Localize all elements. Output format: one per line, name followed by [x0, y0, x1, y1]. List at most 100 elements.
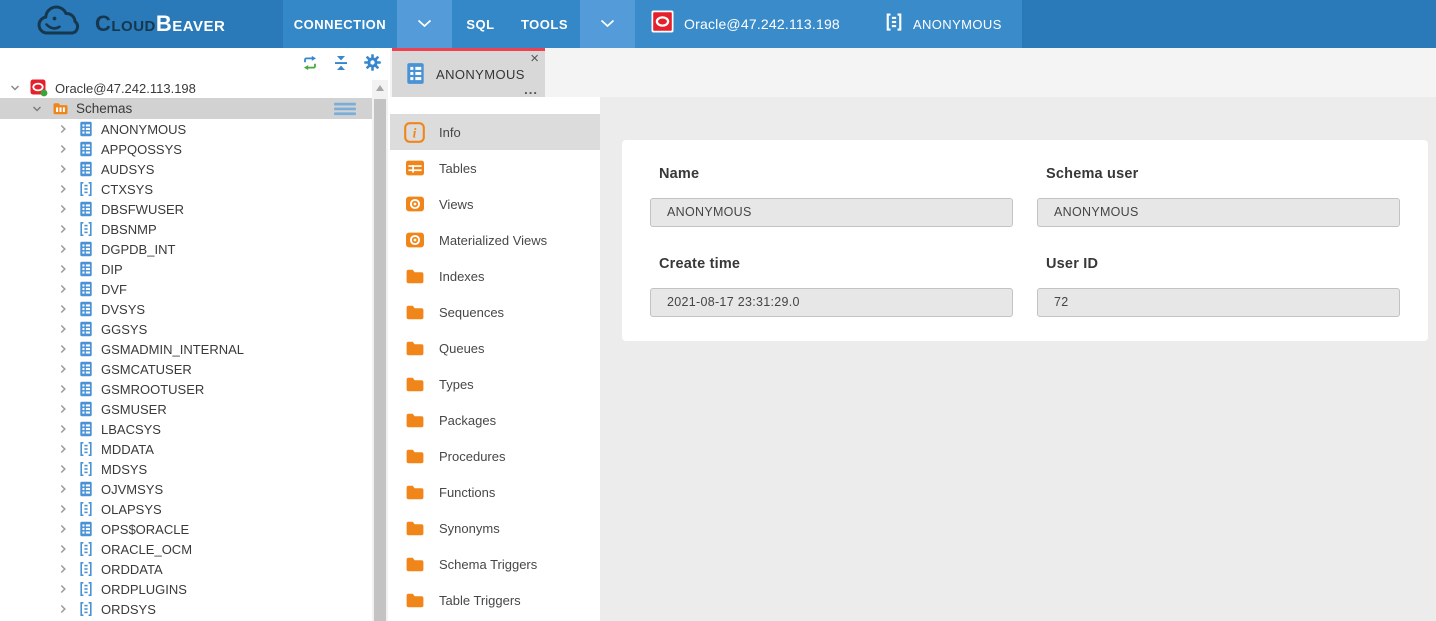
chevron-right-icon[interactable]	[56, 423, 69, 436]
chevron-right-icon[interactable]	[56, 143, 69, 156]
chevron-down-icon[interactable]	[8, 82, 21, 95]
schema-doc-icon	[78, 521, 94, 537]
tree-schema-label: CTXSYS	[101, 182, 153, 197]
menu-item-queues[interactable]: Queues	[390, 330, 600, 366]
chevron-right-icon[interactable]	[56, 443, 69, 456]
sql-editor-button[interactable]: SQL	[452, 0, 509, 48]
chevron-down-icon[interactable]	[30, 102, 43, 115]
tab-anonymous[interactable]: ANONYMOUS × ...	[392, 48, 545, 97]
chevron-right-icon[interactable]	[56, 603, 69, 616]
scrollbar-up-arrow[interactable]	[376, 85, 384, 91]
chevron-right-icon[interactable]	[56, 463, 69, 476]
menu-item-schema-triggers[interactable]: Schema Triggers	[390, 546, 600, 582]
chevron-right-icon[interactable]	[56, 563, 69, 576]
tree-schema-item[interactable]: DVSYS	[0, 299, 372, 319]
tree-schema-item[interactable]: ORDPLUGINS	[0, 579, 372, 599]
chevron-right-icon[interactable]	[56, 183, 69, 196]
tree-schema-item[interactable]: GSMROOTUSER	[0, 379, 372, 399]
chevron-right-icon[interactable]	[56, 543, 69, 556]
chevron-right-icon[interactable]	[56, 123, 69, 136]
folder-icon	[404, 266, 425, 287]
tree-schema-item[interactable]: DGPDB_INT	[0, 239, 372, 259]
tree-schema-item[interactable]: OLAPSYS	[0, 499, 372, 519]
collapse-all-icon[interactable]	[332, 54, 350, 71]
menu-item-sequences[interactable]: Sequences	[390, 294, 600, 330]
chevron-right-icon[interactable]	[56, 203, 69, 216]
field-label: User ID	[1046, 256, 1400, 272]
menu-item-procedures[interactable]: Procedures	[390, 438, 600, 474]
tree-schema-item[interactable]: OPS$ORACLE	[0, 519, 372, 539]
menu-item-packages[interactable]: Packages	[390, 402, 600, 438]
tree-schema-item[interactable]: DIP	[0, 259, 372, 279]
scrollbar-thumb[interactable]	[374, 99, 386, 621]
menu-item-info[interactable]: i Info	[390, 114, 600, 150]
tree-schema-item[interactable]: ORDDATA	[0, 559, 372, 579]
menu-item-types[interactable]: Types	[390, 366, 600, 402]
tree-schema-item[interactable]: OJVMSYS	[0, 479, 372, 499]
chevron-right-icon[interactable]	[56, 263, 69, 276]
chevron-right-icon[interactable]	[56, 343, 69, 356]
connection-context-bar: Oracle@47.242.113.198 ANONYMOUS	[635, 0, 1022, 48]
tree-schema-item[interactable]: CTXSYS	[0, 179, 372, 199]
schema-selector[interactable]: ANONYMOUS	[884, 12, 1002, 37]
tree-schema-item[interactable]: LBACSYS	[0, 419, 372, 439]
chevron-right-icon[interactable]	[56, 223, 69, 236]
chevron-right-icon[interactable]	[56, 323, 69, 336]
tree-schema-item[interactable]: ANONYMOUS	[0, 119, 372, 139]
tree-schema-label: DIP	[101, 262, 123, 277]
top-bar: CloudBeaver CONNECTION SQL TOOLS Oracle@…	[0, 0, 1436, 48]
oracle-connection-icon[interactable]	[651, 10, 674, 38]
tab-more-icon[interactable]: ...	[524, 84, 538, 96]
chevron-right-icon[interactable]	[56, 483, 69, 496]
tree-schema-item[interactable]: ORDSYS	[0, 599, 372, 619]
menu-item-table-triggers[interactable]: Table Triggers	[390, 582, 600, 618]
chevron-right-icon[interactable]	[56, 403, 69, 416]
tree-schema-item[interactable]: ORACLE_OCM	[0, 539, 372, 559]
views-eye-icon	[404, 230, 425, 251]
tree-schema-item[interactable]: DVF	[0, 279, 372, 299]
tree-schema-item[interactable]: GGSYS	[0, 319, 372, 339]
field-label: Schema user	[1046, 166, 1400, 182]
tree-schema-item[interactable]: APPQOSSYS	[0, 139, 372, 159]
filter-hamburger-icon[interactable]	[334, 102, 356, 116]
menu-item-indexes[interactable]: Indexes	[390, 258, 600, 294]
sync-connection-icon[interactable]	[301, 54, 319, 71]
tree-schemas-node[interactable]: Schemas	[0, 98, 372, 119]
tree-schema-item[interactable]: AUDSYS	[0, 159, 372, 179]
chevron-right-icon[interactable]	[56, 163, 69, 176]
tree-schema-item[interactable]: GSMUSER	[0, 399, 372, 419]
close-icon[interactable]: ×	[530, 51, 539, 67]
schema-doc-icon	[78, 381, 94, 397]
chevron-right-icon[interactable]	[56, 503, 69, 516]
tree-schema-item[interactable]: DBSNMP	[0, 219, 372, 239]
schema-doc-icon	[78, 321, 94, 337]
settings-gear-icon[interactable]	[363, 54, 381, 71]
tree-schema-item[interactable]: GSMADMIN_INTERNAL	[0, 339, 372, 359]
menu-item-functions[interactable]: Functions	[390, 474, 600, 510]
tree-connection-node[interactable]: Oracle@47.242.113.198	[0, 78, 372, 98]
menu-item-tables[interactable]: Tables	[390, 150, 600, 186]
menu-item-synonyms[interactable]: Synonyms	[390, 510, 600, 546]
chevron-right-icon[interactable]	[56, 283, 69, 296]
menu-item-materialized-views[interactable]: Materialized Views	[390, 222, 600, 258]
topbar-spacer	[1022, 0, 1436, 48]
connection-dropdown-button[interactable]	[397, 0, 452, 48]
connection-menu-button[interactable]: CONNECTION	[283, 0, 397, 48]
active-connection-label[interactable]: Oracle@47.242.113.198	[684, 16, 840, 32]
tree-schema-item[interactable]: GSMCATUSER	[0, 359, 372, 379]
tree-scrollbar[interactable]	[372, 80, 388, 621]
chevron-right-icon[interactable]	[56, 243, 69, 256]
tools-menu-button[interactable]: TOOLS	[509, 0, 580, 48]
chevron-right-icon[interactable]	[56, 363, 69, 376]
chevron-right-icon[interactable]	[56, 383, 69, 396]
chevron-right-icon[interactable]	[56, 303, 69, 316]
chevron-right-icon[interactable]	[56, 523, 69, 536]
tree-schema-item[interactable]: DBSFWUSER	[0, 199, 372, 219]
tree-schema-item[interactable]: MDDATA	[0, 439, 372, 459]
schema-bracket-icon	[78, 181, 94, 197]
menu-item-views[interactable]: Views	[390, 186, 600, 222]
tree-schema-item[interactable]: MDSYS	[0, 459, 372, 479]
chevron-right-icon[interactable]	[56, 583, 69, 596]
schema-bracket-icon	[78, 541, 94, 557]
tools-dropdown-button[interactable]	[580, 0, 635, 48]
